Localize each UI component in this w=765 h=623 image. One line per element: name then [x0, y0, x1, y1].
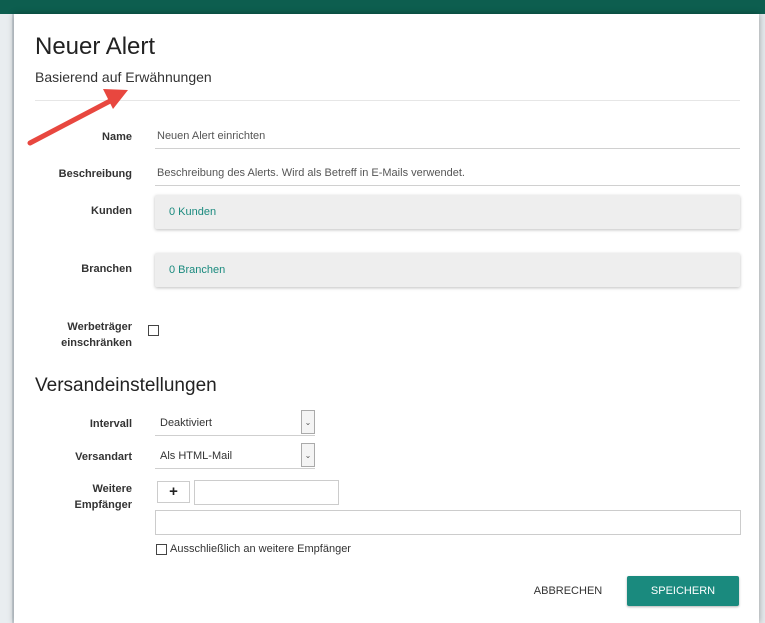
red-arrow-annotation-icon — [27, 89, 128, 146]
